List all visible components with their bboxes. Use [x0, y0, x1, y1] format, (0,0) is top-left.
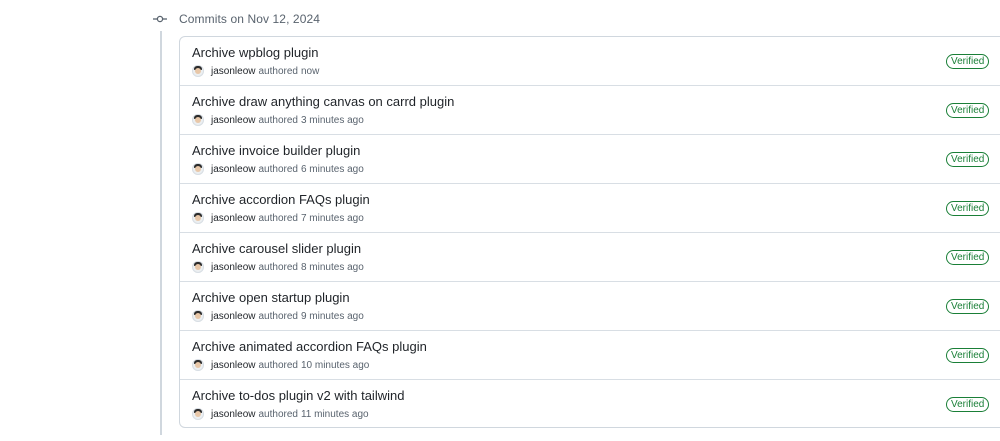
commit-time: 11 minutes ago — [300, 408, 369, 420]
avatar[interactable] — [192, 163, 204, 175]
verified-badge[interactable]: Verified — [946, 54, 990, 69]
verified-badge[interactable]: Verified — [946, 348, 990, 363]
commit-title-link[interactable]: Archive accordion FAQs plugin — [192, 192, 370, 207]
verified-badge[interactable]: Verified — [946, 250, 990, 265]
commit-meta: jasonleow authored 10 minutes ago — [192, 359, 369, 371]
author-link[interactable]: jasonleow — [211, 66, 255, 77]
commit-meta: jasonleow authored 11 minutes ago — [192, 408, 369, 420]
avatar[interactable] — [192, 114, 204, 126]
commit-title-link[interactable]: Archive open startup plugin — [192, 290, 350, 305]
author-link[interactable]: jasonleow — [211, 360, 255, 371]
verified-badge[interactable]: Verified — [946, 103, 990, 118]
verified-badge[interactable]: Verified — [946, 397, 990, 412]
commit-group-header: Commits on Nov 12, 2024 — [153, 10, 320, 28]
git-commit-icon — [153, 12, 167, 26]
commit-meta: jasonleow authored 8 minutes ago — [192, 261, 364, 273]
commit-meta: jasonleow authored 6 minutes ago — [192, 163, 364, 175]
commit-row: Archive to-dos plugin v2 with tailwind j… — [180, 380, 1000, 429]
author-link[interactable]: jasonleow — [211, 213, 255, 224]
commit-title-link[interactable]: Archive wpblog plugin — [192, 45, 318, 60]
commit-time: 10 minutes ago — [300, 359, 370, 371]
author-link[interactable]: jasonleow — [211, 262, 255, 273]
commit-history-page: Commits on Nov 12, 2024 Archive wpblog p… — [0, 0, 1000, 441]
verified-badge[interactable]: Verified — [946, 299, 990, 314]
commit-time: 7 minutes ago — [300, 212, 364, 224]
authored-label: authored — [258, 261, 298, 273]
author-link[interactable]: jasonleow — [211, 311, 255, 322]
verified-badge[interactable]: Verified — [946, 201, 990, 216]
verified-badge[interactable]: Verified — [946, 152, 990, 167]
commit-row: Archive accordion FAQs plugin jasonleow … — [180, 184, 1000, 233]
avatar[interactable] — [192, 359, 204, 371]
commit-meta: jasonleow authored 9 minutes ago — [192, 310, 364, 322]
avatar[interactable] — [192, 212, 204, 224]
commit-time: 8 minutes ago — [300, 261, 364, 273]
authored-label: authored — [258, 310, 298, 322]
avatar[interactable] — [192, 261, 204, 273]
commit-title-link[interactable]: Archive animated accordion FAQs plugin — [192, 339, 427, 354]
commit-row: Archive animated accordion FAQs plugin j… — [180, 331, 1000, 380]
commit-time: now — [300, 65, 320, 77]
commit-meta: jasonleow authored now — [192, 65, 319, 77]
authored-label: authored — [258, 114, 298, 126]
timeline-line — [160, 31, 162, 435]
commit-title-link[interactable]: Archive to-dos plugin v2 with tailwind — [192, 388, 404, 403]
authored-label: authored — [258, 65, 298, 77]
authored-label: authored — [258, 212, 298, 224]
avatar[interactable] — [192, 65, 204, 77]
commit-row: Archive invoice builder plugin jasonleow… — [180, 135, 1000, 184]
commit-row: Archive draw anything canvas on carrd pl… — [180, 86, 1000, 135]
commit-title-link[interactable]: Archive carousel slider plugin — [192, 241, 361, 256]
commit-meta: jasonleow authored 3 minutes ago — [192, 114, 364, 126]
authored-label: authored — [258, 163, 298, 175]
commit-time: 9 minutes ago — [300, 310, 364, 322]
commit-time: 6 minutes ago — [300, 163, 364, 175]
avatar[interactable] — [192, 408, 204, 420]
avatar[interactable] — [192, 310, 204, 322]
commit-title-link[interactable]: Archive invoice builder plugin — [192, 143, 360, 158]
author-link[interactable]: jasonleow — [211, 409, 255, 420]
commit-meta: jasonleow authored 7 minutes ago — [192, 212, 364, 224]
commit-row: Archive wpblog plugin jasonleow authored… — [180, 37, 1000, 86]
commit-row: Archive open startup plugin jasonleow au… — [180, 282, 1000, 331]
author-link[interactable]: jasonleow — [211, 164, 255, 175]
commit-title-link[interactable]: Archive draw anything canvas on carrd pl… — [192, 94, 454, 109]
commit-time: 3 minutes ago — [300, 114, 364, 126]
commit-group-title: Commits on Nov 12, 2024 — [179, 12, 321, 26]
commit-list: Archive wpblog plugin jasonleow authored… — [179, 36, 1000, 428]
author-link[interactable]: jasonleow — [211, 115, 255, 126]
authored-label: authored — [258, 359, 298, 371]
authored-label: authored — [258, 408, 298, 420]
commit-row: Archive carousel slider plugin jasonleow… — [180, 233, 1000, 282]
